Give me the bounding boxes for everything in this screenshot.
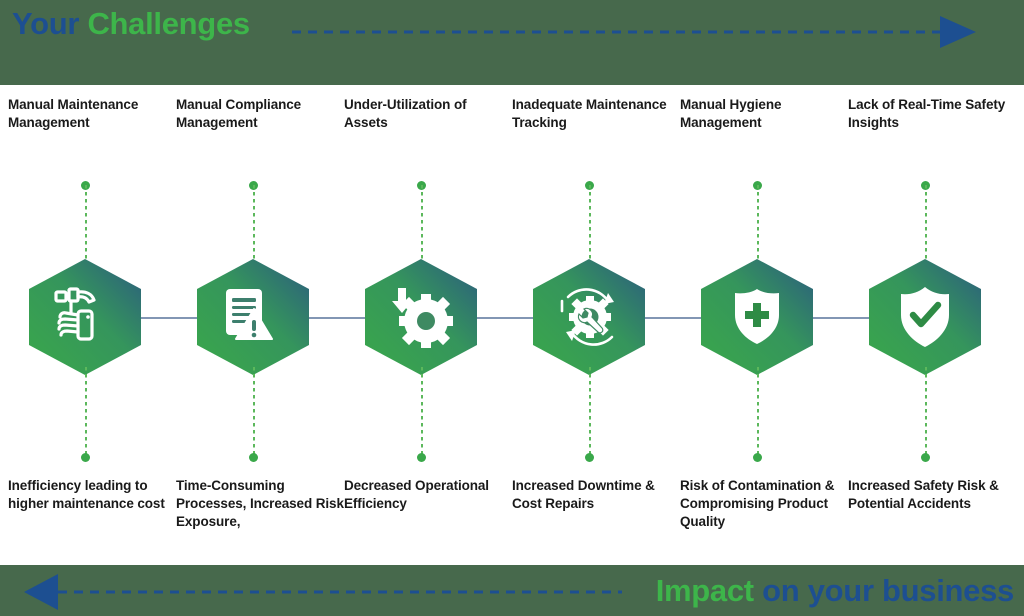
- impact-bottom-label: Decreased Operational Efficiency: [344, 478, 489, 511]
- impact-bottom-label: Increased Downtime & Cost Repairs: [512, 478, 655, 511]
- challenge-top-label: Manual Maintenance Management: [8, 97, 139, 130]
- impact-bottom-label: Risk of Contamination & Compromising Pro…: [680, 478, 835, 529]
- connector-dot-bottom: [249, 453, 258, 462]
- impact-bottom-label: Time-Consuming Processes, Increased Risk…: [176, 478, 344, 529]
- challenge-column-3[interactable]: Under-Utilization of Assets Decreased Op…: [336, 85, 504, 565]
- arrow-right-dashed-icon: [292, 16, 976, 48]
- hexagon-icon-tile[interactable]: [362, 257, 480, 377]
- diagram-canvas: Manual Maintenance Management Inefficien…: [0, 85, 1024, 565]
- page-title-part-your: Your: [12, 6, 88, 41]
- connector-dot-bottom: [417, 453, 426, 462]
- vertical-dotted-connector-bottom: [85, 367, 87, 457]
- challenge-top-label: Manual Compliance Management: [176, 97, 302, 130]
- challenge-top-label: Inadequate Maintenance Tracking: [512, 97, 667, 130]
- connector-dot-bottom: [921, 453, 930, 462]
- page-title-part-challenges: Challenges: [87, 6, 250, 41]
- connector-dot-bottom: [81, 453, 90, 462]
- hexagon-icon-tile[interactable]: [866, 257, 984, 377]
- footer-title-part-impact: Impact: [655, 573, 754, 608]
- challenge-top-label: Manual Hygiene Management: [680, 97, 782, 130]
- hexagon-icon-tile[interactable]: [26, 257, 144, 377]
- challenge-column-1[interactable]: Manual Maintenance Management Inefficien…: [0, 85, 168, 565]
- connector-dot-bottom: [585, 453, 594, 462]
- challenge-top-label: Lack of Real-Time Safety Insights: [848, 97, 1006, 130]
- challenge-column-4[interactable]: Inadequate Maintenance Tracking Increase…: [504, 85, 672, 565]
- challenge-column-5[interactable]: Manual Hygiene Management Risk of Contam…: [672, 85, 840, 565]
- challenge-top-label: Under-Utilization of Assets: [344, 97, 467, 130]
- footer-title: Impact on your business: [655, 570, 1015, 612]
- hexagon-icon-tile[interactable]: [194, 257, 312, 377]
- vertical-dotted-connector-bottom: [757, 367, 759, 457]
- vertical-dotted-connector-bottom: [589, 367, 591, 457]
- impact-bottom-label: Inefficiency leading to higher maintenan…: [8, 478, 165, 511]
- hexagon-icon-tile[interactable]: [530, 257, 648, 377]
- vertical-dotted-connector-bottom: [421, 367, 423, 457]
- infographic-slide: Your Challenges Manual Maintenance Manag…: [0, 0, 1024, 616]
- impact-bottom-label: Increased Safety Risk & Potential Accide…: [848, 478, 999, 511]
- vertical-dotted-connector-bottom: [925, 367, 927, 457]
- challenge-column-2[interactable]: Manual Compliance Management Time-Consum…: [168, 85, 344, 565]
- page-title: Your Challenges: [12, 4, 250, 44]
- challenge-column-6[interactable]: Lack of Real-Time Safety Insights Increa…: [840, 85, 1008, 565]
- hexagon-icon-tile[interactable]: [698, 257, 816, 377]
- footer-title-part-business: on your business: [753, 573, 1014, 608]
- arrow-left-dashed-icon: [24, 574, 622, 610]
- connector-dot-bottom: [753, 453, 762, 462]
- vertical-dotted-connector-bottom: [253, 367, 255, 457]
